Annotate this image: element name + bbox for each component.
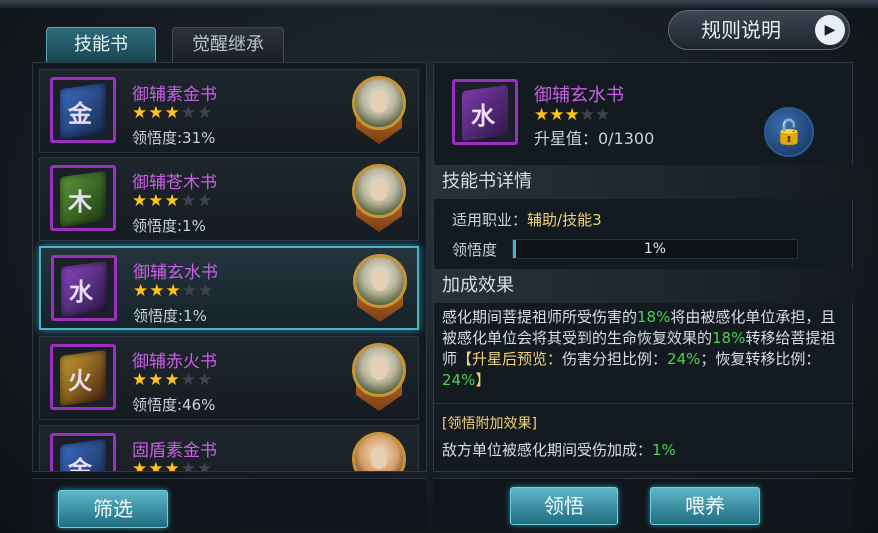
book-name: 御辅素金书: [132, 85, 217, 105]
book-icon: 金: [50, 77, 116, 143]
book-icon: 水: [51, 255, 117, 321]
bonus-effect-text: 感化期间菩提祖师所受伤害的18%将由被感化单位承担，且被感化单位会将其受到的生命…: [442, 308, 836, 389]
book-list-panel[interactable]: 金 御辅素金书 ★★★★★ 领悟度:31% 木 御辅苍木书 ★★★★★ 领悟度:…: [32, 62, 427, 472]
book-glyph: 金: [68, 456, 92, 472]
rules-button-label: 规则说明: [701, 18, 781, 42]
book-row[interactable]: 木 御辅苍木书 ★★★★★ 领悟度:1%: [39, 157, 419, 241]
book-icon: 金: [50, 433, 116, 472]
hero-avatar: [351, 252, 409, 326]
hero-avatar: [350, 341, 408, 415]
comprehension-bar: 1%: [512, 239, 798, 259]
comprehension-text: 领悟度:31%: [132, 129, 216, 147]
book-glyph: 水: [69, 278, 93, 306]
book-name: 御辅赤火书: [132, 352, 217, 372]
book-row[interactable]: 金 固盾素金书 ★★★★★: [39, 425, 419, 472]
play-arrow-icon: ▶: [815, 15, 845, 45]
study-button[interactable]: 领悟: [510, 487, 618, 525]
book-icon: 木: [50, 165, 116, 231]
unlock-icon[interactable]: 🔓: [764, 107, 814, 157]
book-row[interactable]: 火 御辅赤火书 ★★★★★ 领悟度:46%: [39, 336, 419, 420]
star-rating: ★★★★★: [132, 191, 214, 211]
book-detail-panel: 水 御辅玄水书 ★★★★★ 升星值：0/1300 🔓 技能书详情 适用职业：辅助…: [433, 62, 854, 472]
job-row: 适用职业：辅助/技能3: [452, 211, 602, 229]
selected-star-rating: ★★★★★: [534, 105, 611, 125]
extra-effect-title: [领悟附加效果]: [442, 416, 537, 432]
comprehension-text: 领悟度:1%: [133, 307, 207, 325]
book-glyph: 金: [68, 100, 92, 128]
book-name: 御辅玄水书: [133, 263, 218, 283]
star-rating: ★★★★★: [133, 281, 215, 301]
comprehension-text: 领悟度:1%: [132, 217, 206, 235]
hero-avatar: [350, 162, 408, 236]
hero-avatar: [350, 74, 408, 148]
right-footer: [433, 478, 853, 530]
selected-book-icon: 水: [452, 79, 518, 145]
book-name: 御辅苍木书: [132, 173, 217, 193]
hero-avatar: [350, 430, 408, 471]
book-name: 固盾素金书: [132, 441, 217, 461]
filter-button[interactable]: 筛选: [58, 490, 168, 528]
book-row-selected[interactable]: 水 御辅玄水书 ★★★★★ 领悟度:1%: [39, 246, 419, 330]
extra-effect-text: 敌方单位被感化期间受伤加成：1%: [442, 441, 676, 459]
star-rating: ★★★★★: [132, 370, 214, 390]
divider: [434, 403, 854, 404]
book-glyph: 木: [68, 188, 92, 216]
rules-button[interactable]: 规则说明 ▶: [668, 10, 850, 50]
book-icon: 火: [50, 344, 116, 410]
comprehension-label: 领悟度: [452, 241, 498, 259]
comprehension-pct: 1%: [643, 241, 667, 257]
book-row[interactable]: 金 御辅素金书 ★★★★★ 领悟度:31%: [39, 69, 419, 153]
section-book-details: 技能书详情: [434, 165, 854, 199]
book-glyph: 火: [68, 367, 92, 395]
book-glyph: 水: [471, 102, 495, 130]
tab-awaken-inherit[interactable]: 觉醒继承: [172, 27, 284, 63]
upgrade-value: 升星值：0/1300: [534, 129, 655, 148]
feed-button[interactable]: 喂养: [650, 487, 760, 525]
star-rating: ★★★★★: [132, 459, 214, 472]
selected-book-name: 御辅玄水书: [534, 85, 624, 106]
tab-skill-books[interactable]: 技能书: [46, 27, 156, 63]
star-rating: ★★★★★: [132, 103, 214, 123]
section-bonus-effect: 加成效果: [434, 269, 854, 303]
comprehension-text: 领悟度:46%: [132, 396, 216, 414]
